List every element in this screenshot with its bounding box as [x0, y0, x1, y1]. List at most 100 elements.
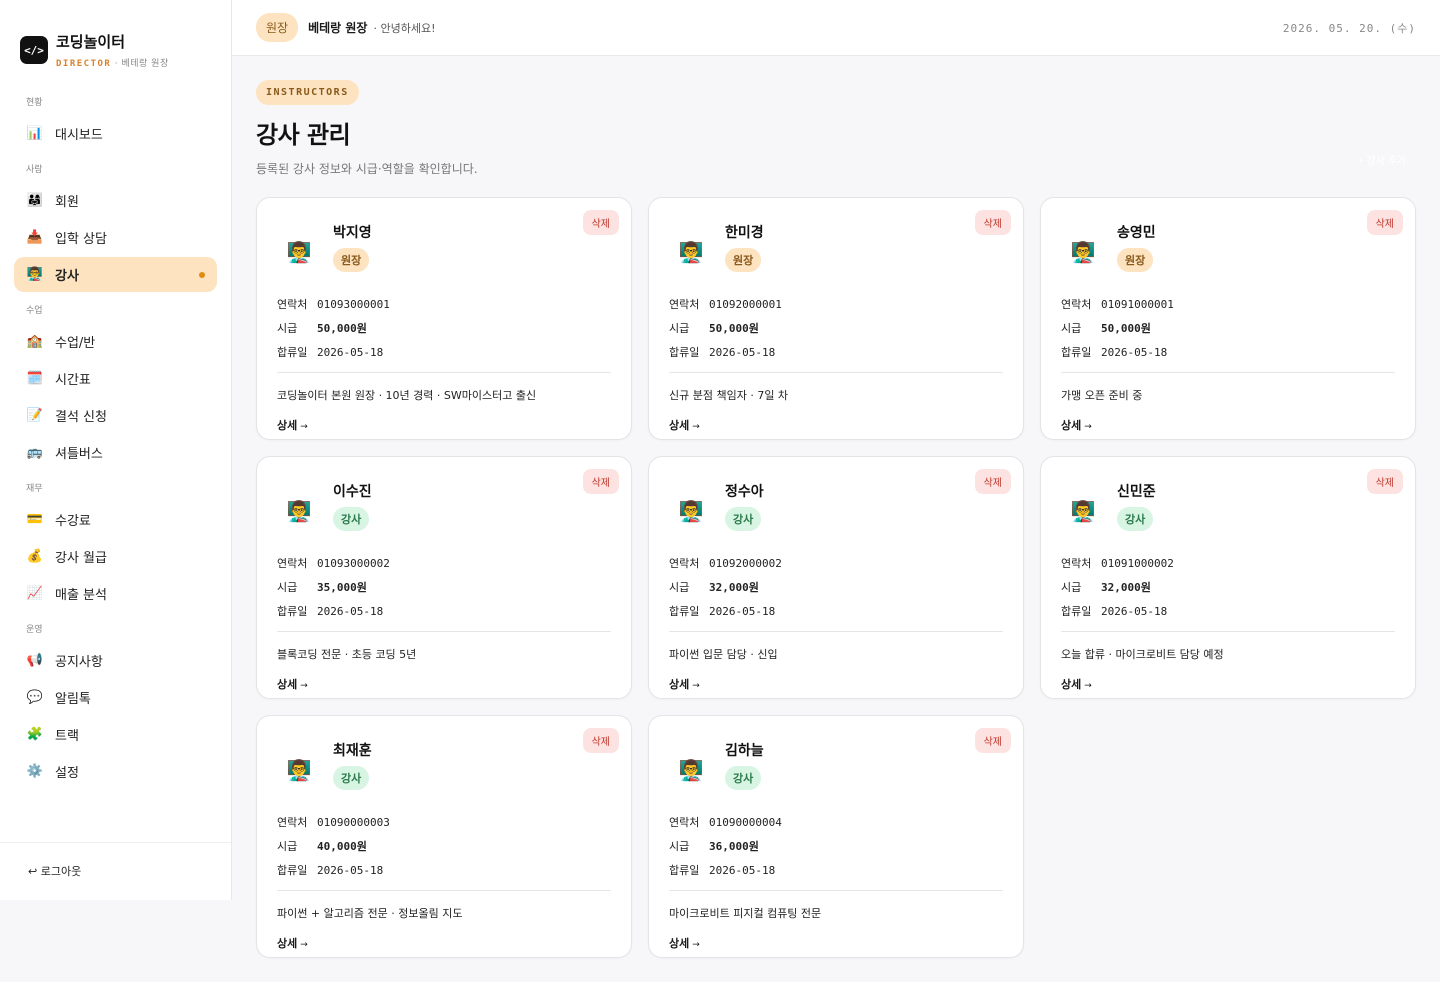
- instructor-name: 한미경: [725, 225, 764, 241]
- delete-button[interactable]: 삭제: [1366, 210, 1403, 235]
- wage-value: 50,000원: [709, 322, 759, 335]
- teacher-avatar-icon: 👨‍🏫: [678, 499, 704, 523]
- contact-value: 01091000002: [1101, 557, 1174, 570]
- wage-label: 시급: [1061, 581, 1082, 594]
- teacher-avatar-icon: 👨‍🏫: [678, 240, 704, 264]
- sidebar-item-salary[interactable]: 💰 강사 월급: [14, 539, 217, 574]
- timetable-icon: 🗓️: [26, 371, 44, 386]
- detail-link[interactable]: 상세 →: [669, 676, 1003, 692]
- sidebar-item-track[interactable]: 🧩 트랙: [14, 717, 217, 752]
- arrow-right-icon: →: [300, 422, 308, 432]
- instructor-name: 송영민: [1117, 225, 1156, 241]
- arrow-right-icon: →: [692, 940, 700, 950]
- nav-section-label: 사람: [26, 165, 43, 175]
- delete-button[interactable]: 삭제: [974, 469, 1011, 494]
- arrow-right-icon: →: [692, 422, 700, 432]
- delete-button[interactable]: 삭제: [582, 728, 619, 753]
- arrow-right-icon: →: [300, 681, 308, 691]
- code-logo-icon: </>: [20, 36, 48, 64]
- joined-label: 합류일: [669, 864, 700, 877]
- sidebar-item-notice[interactable]: 📢 공지사항: [14, 643, 217, 678]
- sidebar-item-label: 설정: [55, 766, 79, 781]
- role-badge: 원장: [256, 13, 299, 42]
- contact-value: 01093000002: [317, 557, 390, 570]
- sidebar-item-members[interactable]: 👨‍👩‍👧 회원: [14, 183, 217, 218]
- brand-user: 베테랑 원장: [121, 59, 169, 69]
- wage-value: 35,000원: [317, 581, 367, 594]
- detail-link[interactable]: 상세 →: [669, 417, 1003, 433]
- delete-button[interactable]: 삭제: [974, 210, 1011, 235]
- wage-label: 시급: [669, 840, 690, 853]
- members-icon: 👨‍👩‍👧: [26, 193, 44, 208]
- settings-icon: ⚙️: [26, 764, 44, 779]
- instructor-name: 신민준: [1117, 484, 1156, 500]
- detail-link[interactable]: 상세 →: [669, 935, 1003, 951]
- instructors-icon: 👨‍🏫: [26, 267, 44, 282]
- instructor-grid: 삭제 👨‍🏫 박지영 원장 연락처 01093000001 시급 50,000원 합류일 2026…: [256, 197, 1416, 958]
- card-divider: [277, 372, 611, 373]
- active-indicator-dot: [199, 271, 205, 278]
- detail-link[interactable]: 상세 →: [277, 417, 611, 433]
- role-badge: 강사: [725, 507, 762, 531]
- sidebar-item-timetable[interactable]: 🗓️ 시간표: [14, 361, 217, 396]
- teacher-avatar-icon: 👨‍🏫: [678, 758, 704, 782]
- sidebar-item-alimtalk[interactable]: 💬 알림톡: [14, 680, 217, 715]
- wage-value: 50,000원: [317, 322, 367, 335]
- dashboard-icon: 📊: [26, 126, 44, 141]
- nav-section-label: 수업: [26, 306, 43, 316]
- instructor-card: 삭제 👨‍🏫 정수아 강사 연락처 01092000002 시급 32,000원 합류일 2026…: [648, 456, 1024, 699]
- delete-button[interactable]: 삭제: [582, 469, 619, 494]
- detail-label: 상세: [277, 419, 298, 432]
- delete-button[interactable]: 삭제: [974, 728, 1011, 753]
- detail-label: 상세: [1061, 678, 1082, 691]
- topbar: 원장 베테랑 원장 · 안녕하세요! 2026. 05. 20. (수): [232, 0, 1440, 56]
- instructor-card: 삭제 👨‍🏫 김하늘 강사 연락처 01090000004 시급 36,000원 합류일 2026…: [648, 715, 1024, 958]
- delete-button[interactable]: 삭제: [1366, 469, 1403, 494]
- card-divider: [669, 631, 1003, 632]
- joined-value: 2026-05-18: [317, 864, 384, 877]
- role-badge: 원장: [1117, 248, 1154, 272]
- sidebar-item-dashboard[interactable]: 📊 대시보드: [14, 116, 217, 151]
- contact-label: 연락처: [669, 557, 700, 570]
- sidebar-item-tuition[interactable]: 💳 수강료: [14, 502, 217, 537]
- instructor-note: 파이썬 입문 담당 · 신입: [669, 648, 778, 661]
- logout-button[interactable]: ↩ 로그아웃: [0, 842, 231, 899]
- contact-value: 01093000001: [317, 298, 390, 311]
- sidebar-item-instructors[interactable]: 👨‍🏫 강사: [14, 257, 217, 292]
- sidebar-item-absence[interactable]: 📝 결석 신청: [14, 398, 217, 433]
- sidebar-item-classes[interactable]: 🏫 수업/반: [14, 324, 217, 359]
- sidebar-item-label: 입학 상담: [55, 232, 107, 247]
- add-instructor-button[interactable]: + 강사 추가: [1348, 146, 1416, 173]
- tuition-icon: 💳: [26, 512, 44, 527]
- detail-label: 상세: [277, 678, 298, 691]
- notice-icon: 📢: [26, 653, 44, 668]
- sidebar-item-shuttle[interactable]: 🚌 셔틀버스: [14, 435, 217, 470]
- detail-label: 상세: [1061, 419, 1082, 432]
- contact-label: 연락처: [669, 816, 700, 829]
- detail-link[interactable]: 상세 →: [277, 676, 611, 692]
- detail-link[interactable]: 상세 →: [277, 935, 611, 951]
- instructor-note: 마이크로비트 피지컬 컴퓨팅 전문: [669, 907, 822, 920]
- wage-value: 36,000원: [709, 840, 759, 853]
- joined-label: 합류일: [277, 605, 308, 618]
- detail-link[interactable]: 상세 →: [1061, 676, 1395, 692]
- card-divider: [669, 372, 1003, 373]
- salary-icon: 💰: [26, 549, 44, 564]
- delete-button[interactable]: 삭제: [582, 210, 619, 235]
- sidebar-item-settings[interactable]: ⚙️ 설정: [14, 754, 217, 789]
- sidebar-item-label: 트랙: [55, 729, 79, 744]
- sidebar-item-label: 알림톡: [55, 692, 91, 707]
- arrow-right-icon: →: [1084, 422, 1092, 432]
- joined-value: 2026-05-18: [709, 605, 776, 618]
- role-badge: 강사: [725, 766, 762, 790]
- instructor-note: 신규 분점 책임자 · 7일 차: [669, 389, 789, 402]
- contact-label: 연락처: [1061, 298, 1092, 311]
- sidebar-item-admission[interactable]: 📥 입학 상담: [14, 220, 217, 255]
- page-title: 강사 관리: [256, 121, 351, 149]
- main-content: INSTRUCTORS 강사 관리 등록된 강사 정보와 시급·역할을 확인합니…: [256, 80, 1416, 958]
- detail-label: 상세: [669, 678, 690, 691]
- sidebar-item-sales[interactable]: 📈 매출 분석: [14, 576, 217, 611]
- detail-link[interactable]: 상세 →: [1061, 417, 1395, 433]
- wage-label: 시급: [277, 322, 298, 335]
- role-badge: 원장: [333, 248, 370, 272]
